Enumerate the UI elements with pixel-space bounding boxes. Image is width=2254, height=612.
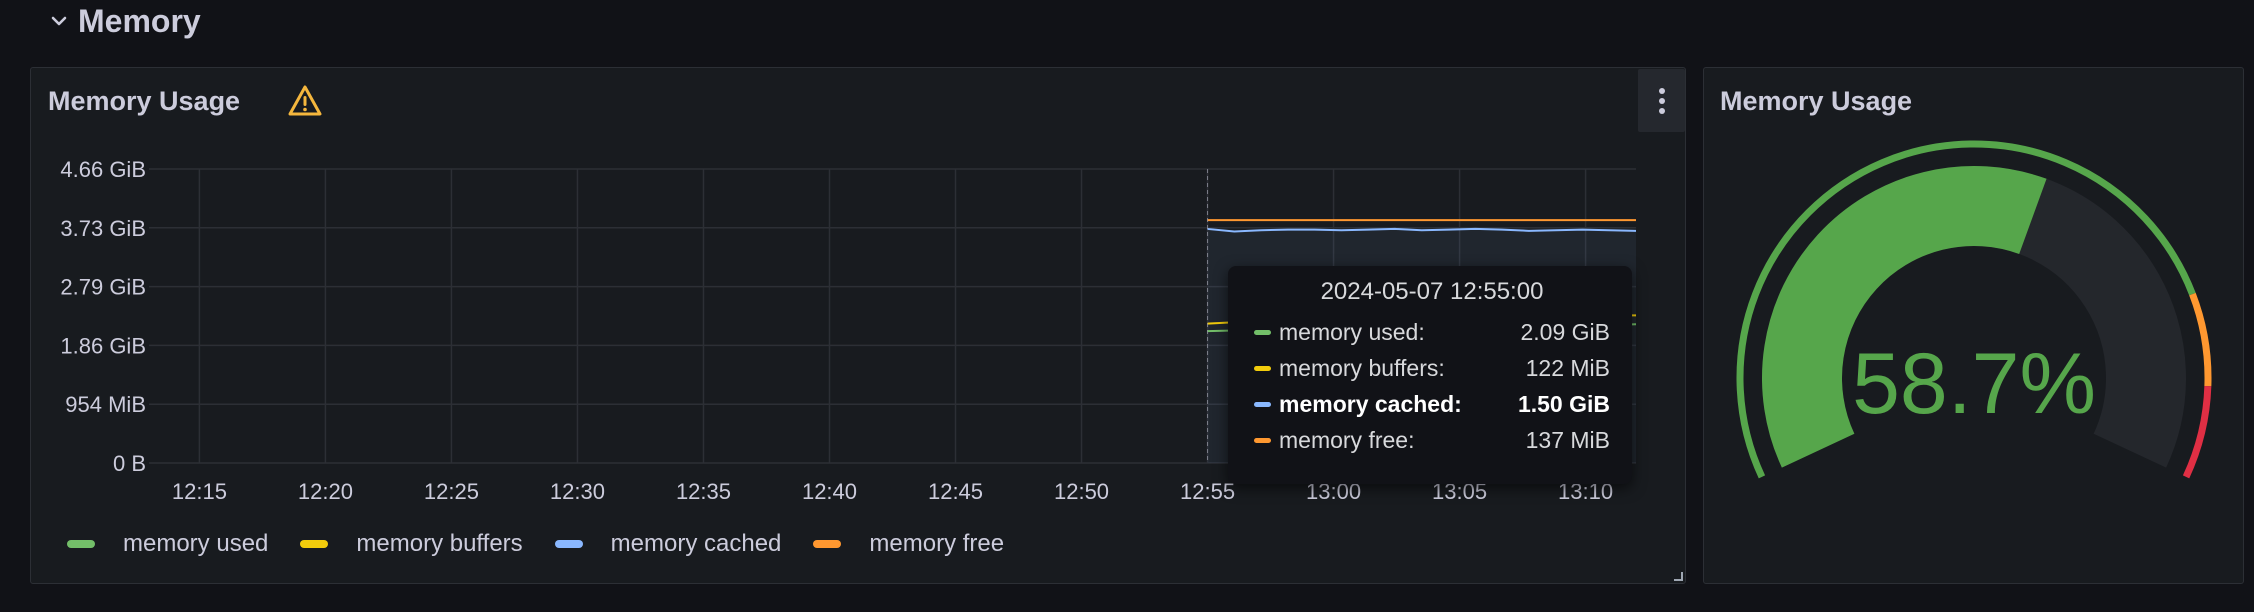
legend-swatch (300, 540, 329, 548)
legend-swatch (554, 540, 583, 548)
gauge-value-text: 58.7% (1852, 336, 2096, 432)
x-tick-label: 12:30 (550, 479, 605, 504)
legend-item-memory-buffers[interactable]: memory buffers (300, 530, 523, 558)
tooltip-series-value: 122 MiB (1525, 354, 1610, 381)
graph-legend: memory used memory buffers memory cached me… (67, 530, 1036, 558)
memory-usage-gauge-panel: Memory Usage 58.7% (1703, 67, 2244, 584)
resize-handle-icon[interactable] (1669, 567, 1683, 581)
legend-label: memory used (123, 530, 269, 557)
tooltip-swatch (1254, 401, 1271, 407)
tooltip-row: memory cached: 1.50 GiB (1254, 386, 1610, 422)
y-tick-label: 0 B (113, 451, 146, 476)
legend-label: memory free (869, 530, 1005, 557)
tooltip-swatch (1254, 365, 1271, 371)
memory-usage-gauge: 58.7% (1736, 140, 2212, 479)
gauge-threshold-warning (2189, 292, 2212, 387)
legend-label: memory buffers (356, 530, 523, 557)
tooltip-timestamp: 2024-05-07 12:55:00 (1320, 278, 1544, 305)
legend-item-memory-used[interactable]: memory used (67, 530, 268, 558)
tooltip-row: memory used: 2.09 GiB (1254, 314, 1610, 350)
row-header-memory[interactable]: Memory (48, 0, 201, 42)
x-tick-label: 12:25 (424, 479, 479, 504)
row-title: Memory (78, 2, 201, 39)
chevron-down-icon[interactable] (48, 10, 70, 32)
x-tick-label: 12:55 (1180, 479, 1235, 504)
x-tick-label: 12:50 (1054, 479, 1109, 504)
tooltip-series-value: 2.09 GiB (1520, 318, 1611, 345)
x-tick-label: 12:15 (172, 479, 227, 504)
tooltip-swatch (1254, 329, 1271, 335)
legend-item-memory-cached[interactable]: memory cached (554, 530, 782, 558)
legend-label: memory cached (610, 530, 782, 557)
graph-tooltip: 2024-05-07 12:55:00 memory used: 2.09 GiB… (1228, 266, 1632, 484)
memory-usage-graph-panel: Memory Usage 0 B 954 MiB 1.86 GiB 2.79 GiB 3… (30, 67, 1686, 584)
gauge-threshold-critical (2182, 386, 2212, 479)
legend-swatch (813, 540, 842, 548)
legend-item-memory-free[interactable]: memory free (813, 530, 1004, 558)
y-tick-label: 1.86 GiB (60, 333, 146, 358)
legend-swatch (67, 540, 95, 548)
y-tick-label: 954 MiB (65, 392, 146, 417)
tooltip-series-name: memory cached: (1279, 390, 1462, 417)
tooltip-row: memory free: 137 MiB (1254, 422, 1610, 458)
tooltip-swatch (1254, 437, 1271, 443)
tooltip-row: memory buffers: 122 MiB (1254, 350, 1610, 386)
tooltip-series-value: 1.50 GiB (1517, 390, 1610, 417)
tooltip-series-name: memory free: (1279, 426, 1415, 453)
tooltip-series-name: memory used: (1279, 318, 1425, 345)
x-tick-label: 12:40 (802, 479, 857, 504)
tooltip-series-name: memory buffers: (1279, 354, 1445, 381)
y-tick-label: 3.73 GiB (60, 216, 146, 241)
y-tick-label: 2.79 GiB (60, 275, 146, 300)
x-tick-label: 12:35 (676, 479, 731, 504)
x-tick-label: 12:45 (928, 479, 983, 504)
x-tick-label: 12:20 (298, 479, 353, 504)
tooltip-series-value: 137 MiB (1525, 426, 1610, 453)
y-tick-label: 4.66 GiB (60, 157, 146, 182)
